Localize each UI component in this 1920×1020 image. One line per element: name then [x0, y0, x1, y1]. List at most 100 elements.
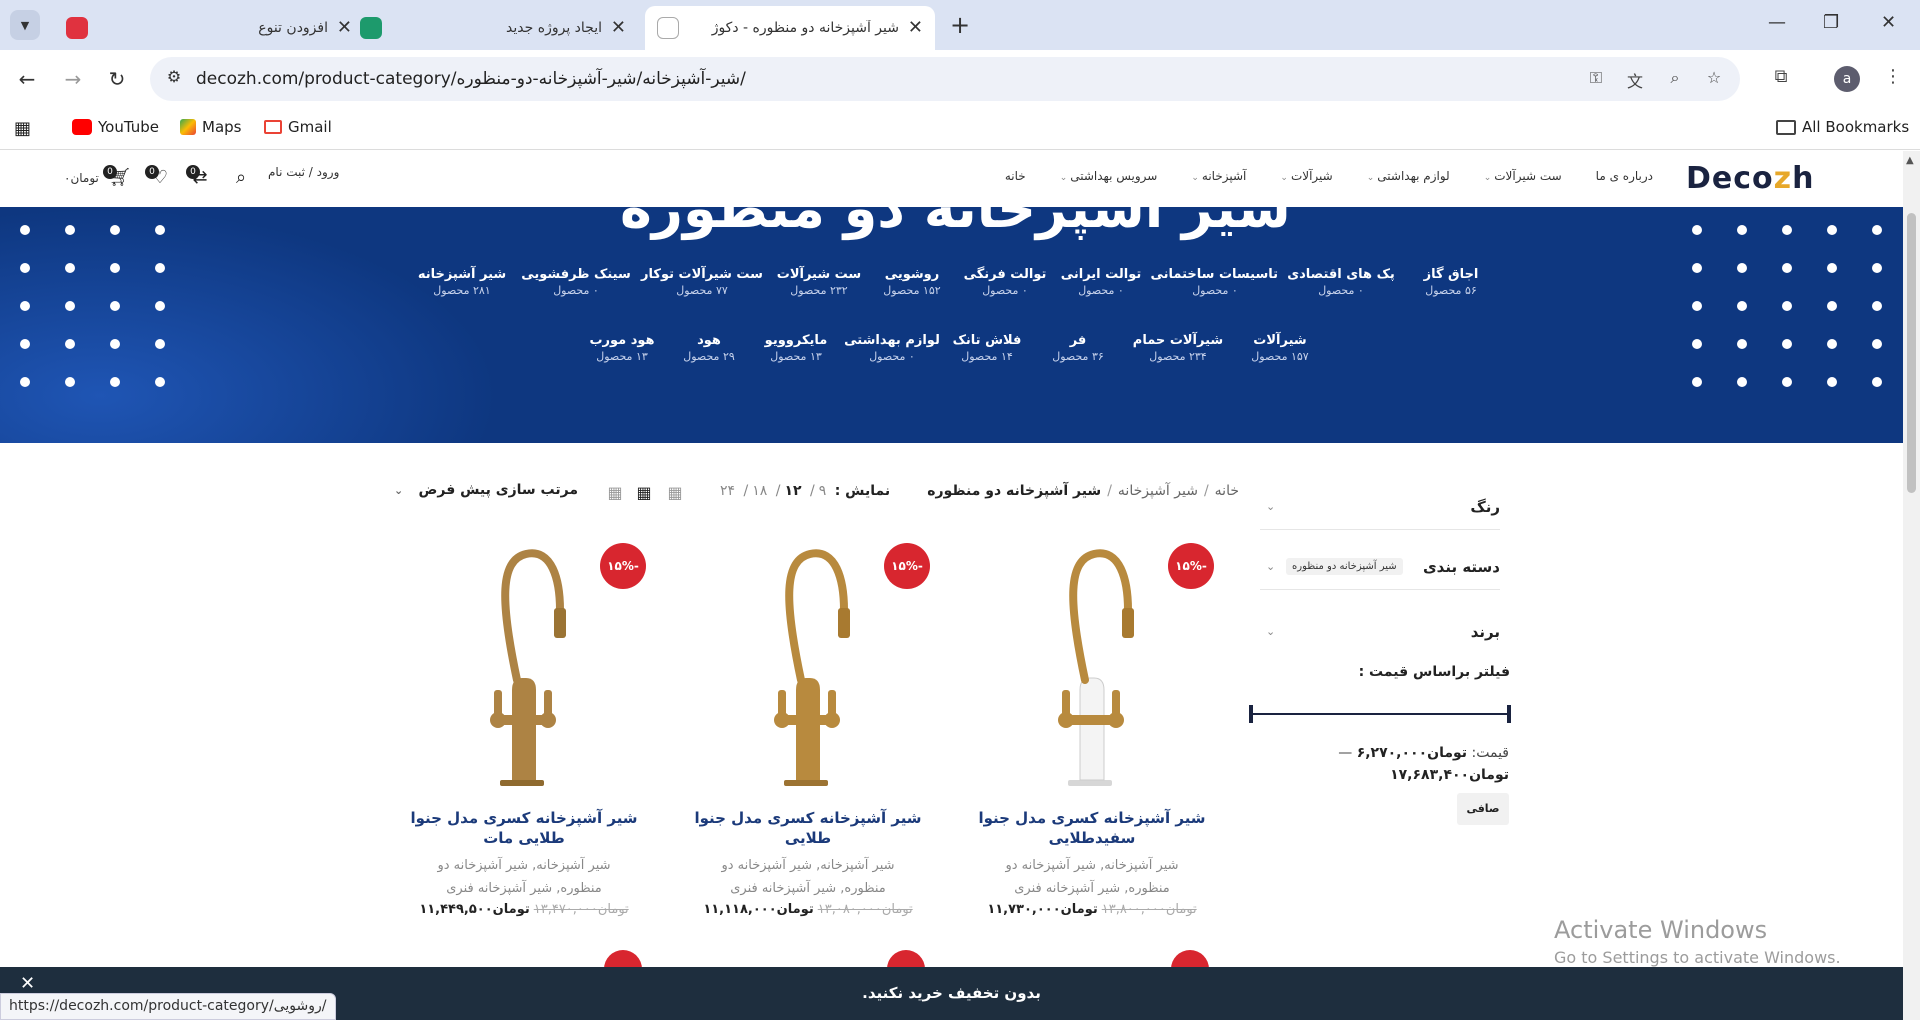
product-categories[interactable]: شیر آشپزخانه, شیر آشپزخانه دو منظوره, شی…: [958, 854, 1226, 900]
tab-new-project[interactable]: ایجاد پروژه جدید ✕: [348, 6, 638, 50]
product-title[interactable]: شیر آشپزخانه کسری مدل جنوا سفیدطلایی: [958, 808, 1226, 848]
category-chip[interactable]: شیر آشپزخانه دو منظوره: [1286, 558, 1403, 575]
filter-brand[interactable]: برند ⌄: [1260, 617, 1500, 651]
category-iranian-toilet[interactable]: توالت ایرانی ۰ محصول: [1056, 267, 1146, 297]
close-window-icon[interactable]: ✕: [1881, 12, 1896, 33]
site-settings-icon[interactable]: ⚙: [162, 67, 186, 91]
category-building-facilities[interactable]: تاسیسات ساختمانی ۰ محصول: [1150, 267, 1278, 297]
nav-bathroom[interactable]: سرویس بهداشتی⌄: [1060, 169, 1158, 183]
maps-icon: [180, 119, 196, 135]
per-page-option[interactable]: ۱۸: [752, 483, 767, 499]
filter-color[interactable]: رنگ ⌄: [1260, 490, 1500, 530]
product-image[interactable]: -۱۵%: [958, 540, 1226, 800]
new-tab-button[interactable]: +: [950, 12, 970, 38]
per-page-option-selected[interactable]: ۱۲: [784, 483, 801, 499]
price-slider-min-handle[interactable]: [1249, 705, 1253, 723]
nav-faucet-sets[interactable]: ست شیرآلات⌄: [1484, 169, 1562, 183]
apps-grid-icon[interactable]: ▦: [14, 118, 31, 139]
bookmark-gmail[interactable]: Gmail: [264, 118, 332, 136]
site-logo[interactable]: Decozh: [1686, 161, 1814, 196]
decorative-dot: [1737, 225, 1747, 235]
category-bath-faucets[interactable]: شیرآلات حمام ۲۳۴ محصول: [1126, 333, 1230, 363]
breadcrumb-kitchen-faucet[interactable]: شیر آشپزخانه: [1118, 483, 1198, 499]
profile-avatar[interactable]: a: [1834, 66, 1860, 92]
category-washbasin[interactable]: روشویی ۱۵۲ محصول: [870, 267, 954, 297]
decorative-dot: [20, 301, 30, 311]
product-card[interactable]: -۱۵% شیر آشپزخانه کسری مدل جنوا سفیدطلای…: [958, 540, 1226, 917]
reload-button[interactable]: ↻: [100, 62, 134, 96]
bookmark-youtube[interactable]: YouTube: [72, 118, 159, 136]
category-economy-packs[interactable]: پک های اقتصادی ۰ محصول: [1286, 267, 1396, 297]
breadcrumb-home[interactable]: خانه: [1215, 483, 1239, 499]
bookmark-star-icon[interactable]: ☆: [1703, 68, 1725, 90]
grid-2-icon[interactable]: ▦: [666, 484, 684, 502]
zoom-icon[interactable]: ⌕: [1664, 68, 1686, 90]
close-icon[interactable]: ✕: [908, 18, 923, 38]
search-icon[interactable]: ⌕: [229, 167, 253, 191]
omnibox[interactable]: ⚙ decozh.com/product-category/شیر-آشپزخا…: [150, 57, 1740, 101]
product-card[interactable]: -۱۵% شیر آشپزخانه کسری مدل جنوا طلایی ما…: [390, 540, 658, 917]
grid-3-icon[interactable]: ▦: [635, 484, 653, 502]
product-image[interactable]: -۱۵%: [674, 540, 942, 800]
nav-sanitary[interactable]: لوازم بهداشتی⌄: [1367, 169, 1450, 183]
nav-faucets[interactable]: شیرآلات⌄: [1280, 169, 1332, 183]
scroll-thumb[interactable]: [1907, 213, 1916, 493]
per-page-option[interactable]: ۲۴: [720, 483, 735, 499]
category-western-toilet[interactable]: توالت فرنگی ۰ محصول: [960, 267, 1050, 297]
product-price: تومان۱۳,۸۰۰,۰۰۰تومان۱۱,۷۳۰,۰۰۰: [987, 902, 1197, 917]
tab-decozh-active[interactable]: شیر آشپزخانه دو منظوره - دکوژ ✕: [645, 6, 935, 50]
chrome-menu-icon[interactable]: ⋮: [1880, 66, 1906, 92]
cart-total[interactable]: تومان۰: [64, 171, 99, 185]
category-hood[interactable]: هود ۲۹ محصول: [670, 333, 748, 363]
orderby-select[interactable]: مرتب سازی پیش فرض ⌄: [392, 482, 578, 504]
category-concealed-faucet-set[interactable]: ست شیرآلات توکار ۷۷ محصول: [638, 267, 766, 297]
nav-home[interactable]: خانه: [1005, 169, 1026, 183]
category-kitchen-faucet[interactable]: شیر آشپزخانه ۲۸۱ محصول: [410, 267, 514, 297]
category-kitchen-sink[interactable]: سینک ظرفشویی ۰ محصول: [520, 267, 632, 297]
nav-kitchen[interactable]: آشپزخانه⌄: [1191, 169, 1246, 183]
extensions-icon[interactable]: ⧉: [1768, 66, 1794, 92]
product-image[interactable]: -۱۵%: [390, 540, 658, 800]
category-gas-stove[interactable]: اجاق گاز ۵۶ محصول: [1406, 267, 1496, 297]
scroll-up-arrow[interactable]: ▲: [1906, 155, 1914, 166]
category-microwave[interactable]: مایکروویو ۱۳ محصول: [754, 333, 838, 363]
tab-search-button[interactable]: ▼: [10, 10, 40, 40]
category-faucets[interactable]: شیرآلات ۱۵۷ محصول: [1236, 333, 1324, 363]
category-oven[interactable]: فر ۳۶ محصول: [1036, 333, 1120, 363]
login-link[interactable]: ورود / ثبت نام: [268, 165, 339, 179]
grid-4-icon[interactable]: ▦: [606, 484, 624, 502]
product-categories[interactable]: شیر آشپزخانه, شیر آشپزخانه دو منظوره, شی…: [674, 854, 942, 900]
restore-icon[interactable]: ❐: [1823, 12, 1839, 33]
decorative-dot: [1782, 339, 1792, 349]
minimize-icon[interactable]: —: [1768, 12, 1786, 33]
product-categories[interactable]: شیر آشپزخانه, شیر آشپزخانه دو منظوره, شی…: [390, 854, 658, 900]
all-bookmarks[interactable]: All Bookmarks: [1776, 118, 1909, 136]
tab-add-variation[interactable]: افزودن تنوع ✕: [54, 6, 364, 50]
category-flush-tank[interactable]: فلاش تانک ۱۴ محصول: [944, 333, 1030, 363]
filter-apply-button[interactable]: صافی: [1457, 793, 1509, 825]
decorative-dot: [20, 339, 30, 349]
back-button[interactable]: ←: [10, 62, 44, 96]
page-scrollbar[interactable]: ▲: [1903, 151, 1920, 1020]
translate-icon[interactable]: 文: [1624, 68, 1646, 91]
windows-activation-watermark: Activate Windows Go to Settings to activ…: [1554, 916, 1841, 967]
per-page-option[interactable]: ۹: [819, 483, 827, 499]
bookmark-maps[interactable]: Maps: [180, 118, 241, 136]
price-slider-max-handle[interactable]: [1507, 705, 1511, 723]
product-card[interactable]: -۱۵% شیر آشپزخانه کسری مدل جنوا طلایی شی…: [674, 540, 942, 917]
password-key-icon[interactable]: ⚿: [1585, 68, 1607, 90]
compare-count-badge: 0: [186, 165, 200, 179]
category-slanted-hood[interactable]: هود مورب ۱۳ محصول: [580, 333, 664, 363]
close-icon[interactable]: ✕: [611, 18, 626, 38]
category-sanitary-ware[interactable]: لوازم بهداشتی ۰ محصول: [844, 333, 940, 363]
filter-category[interactable]: دسته بندی شیر آشپزخانه دو منظوره ⌄: [1260, 550, 1500, 590]
url-text[interactable]: decozh.com/product-category/شیر-آشپزخانه…: [196, 69, 746, 89]
product-title[interactable]: شیر آشپزخانه کسری مدل جنوا طلایی مات: [390, 808, 658, 848]
product-title[interactable]: شیر آشپزخانه کسری مدل جنوا طلایی: [674, 808, 942, 848]
nav-about[interactable]: درباره ی ما: [1596, 169, 1653, 183]
chevron-down-icon: ⌄: [394, 484, 404, 497]
price-slider-track[interactable]: [1250, 713, 1510, 715]
category-faucet-set[interactable]: ست شیرآلات ۲۳۲ محصول: [772, 267, 866, 297]
forward-button[interactable]: →: [56, 62, 90, 96]
decorative-dot: [110, 263, 120, 273]
